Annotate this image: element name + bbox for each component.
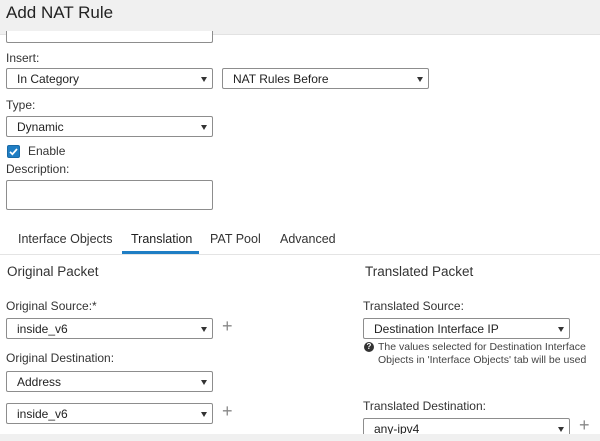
plus-icon[interactable]: + [222,317,233,335]
dialog-body: Insert: In Category NAT Rules Before Typ… [0,31,600,441]
plus-icon[interactable]: + [579,416,590,434]
translated-source-value: Destination Interface IP [374,322,499,336]
insert-position-value: In Category [17,72,80,86]
insert-label: Insert: [6,51,40,65]
dialog-titlebar: Add NAT Rule [0,0,600,35]
original-destination-select[interactable]: inside_v6 [6,403,213,424]
chevron-down-icon [558,427,564,432]
type-label: Type: [6,98,36,112]
translated-source-label: Translated Source: [363,299,464,313]
original-destination-type-select[interactable]: Address [6,371,213,392]
chevron-down-icon [417,77,423,82]
chevron-down-icon [201,327,207,332]
translated-destination-label: Translated Destination: [363,399,486,413]
original-destination-type-value: Address [17,375,62,389]
translated-packet-heading: Translated Packet [365,264,474,279]
original-destination-label: Original Destination: [6,351,115,365]
info-icon: ? [364,342,374,352]
original-source-label: Original Source:* [6,299,97,313]
original-source-select[interactable]: inside_v6 [6,318,213,339]
checkmark-icon [9,148,18,156]
tab-translation[interactable]: Translation [131,232,192,252]
description-label: Description: [6,162,70,176]
tab-interface-objects[interactable]: Interface Objects [18,232,113,252]
insert-rules-select[interactable]: NAT Rules Before [222,68,429,89]
plus-icon[interactable]: + [222,402,233,420]
description-field[interactable] [6,180,213,210]
tab-divider [0,254,600,255]
tab-advanced[interactable]: Advanced [280,232,336,252]
chevron-down-icon [201,125,207,130]
dialog-bottom-edge [0,434,600,441]
original-destination-value: inside_v6 [17,407,68,421]
chevron-down-icon [201,77,207,82]
dialog-title: Add NAT Rule [6,3,114,22]
translated-source-select[interactable]: Destination Interface IP [363,318,570,339]
type-select[interactable]: Dynamic [6,116,213,137]
tab-pat-pool[interactable]: PAT Pool [210,232,261,252]
chevron-down-icon [558,327,564,332]
original-source-value: inside_v6 [17,322,68,336]
translated-source-info: The values selected for Destination Inte… [378,341,587,366]
enable-checkbox[interactable] [7,145,20,158]
chevron-down-icon [201,412,207,417]
enable-label: Enable [28,144,66,158]
original-packet-heading: Original Packet [7,264,99,279]
name-field[interactable] [6,31,213,43]
insert-rules-value: NAT Rules Before [233,72,329,86]
type-value: Dynamic [17,120,64,134]
chevron-down-icon [201,380,207,385]
insert-position-select[interactable]: In Category [6,68,213,89]
